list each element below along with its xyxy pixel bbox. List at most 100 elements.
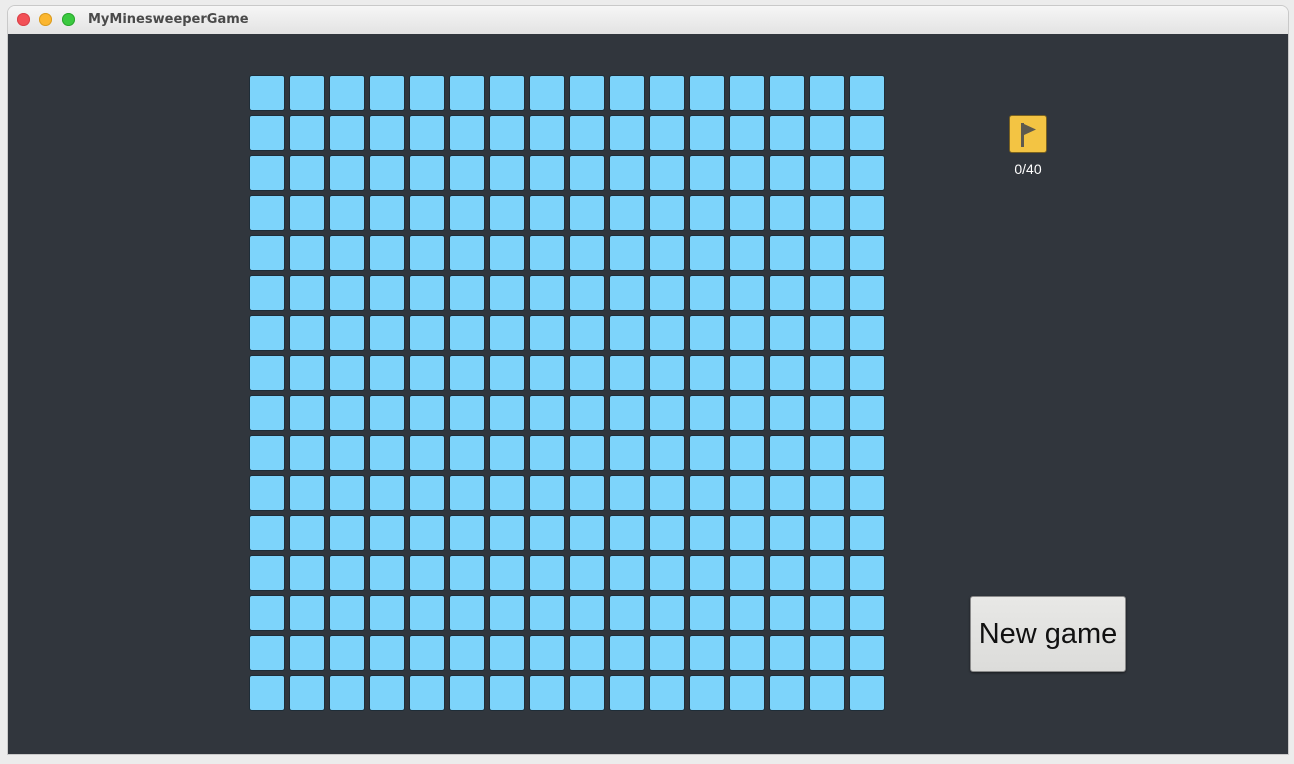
mine-cell[interactable] — [489, 435, 525, 471]
mine-cell[interactable] — [809, 115, 845, 151]
mine-cell[interactable] — [729, 195, 765, 231]
mine-cell[interactable] — [329, 155, 365, 191]
mine-cell[interactable] — [409, 635, 445, 671]
mine-cell[interactable] — [489, 235, 525, 271]
mine-cell[interactable] — [689, 555, 725, 591]
mine-cell[interactable] — [249, 635, 285, 671]
mine-cell[interactable] — [609, 275, 645, 311]
mine-cell[interactable] — [249, 675, 285, 711]
mine-cell[interactable] — [649, 635, 685, 671]
mine-cell[interactable] — [249, 155, 285, 191]
mine-cell[interactable] — [609, 155, 645, 191]
mine-cell[interactable] — [529, 635, 565, 671]
mine-cell[interactable] — [329, 315, 365, 351]
mine-cell[interactable] — [409, 395, 445, 431]
mine-cell[interactable] — [569, 155, 605, 191]
mine-cell[interactable] — [729, 75, 765, 111]
mine-cell[interactable] — [449, 115, 485, 151]
mine-cell[interactable] — [609, 515, 645, 551]
mine-cell[interactable] — [849, 555, 885, 591]
mine-cell[interactable] — [649, 475, 685, 511]
mine-cell[interactable] — [409, 275, 445, 311]
mine-cell[interactable] — [649, 435, 685, 471]
mine-cell[interactable] — [769, 355, 805, 391]
mine-cell[interactable] — [569, 475, 605, 511]
mine-cell[interactable] — [809, 275, 845, 311]
mine-cell[interactable] — [529, 75, 565, 111]
mine-cell[interactable] — [609, 315, 645, 351]
mine-cell[interactable] — [849, 75, 885, 111]
mine-cell[interactable] — [649, 355, 685, 391]
mine-cell[interactable] — [369, 195, 405, 231]
mine-cell[interactable] — [249, 195, 285, 231]
mine-cell[interactable] — [529, 195, 565, 231]
mine-cell[interactable] — [569, 675, 605, 711]
mine-cell[interactable] — [369, 355, 405, 391]
mine-cell[interactable] — [449, 635, 485, 671]
mine-cell[interactable] — [729, 115, 765, 151]
mine-cell[interactable] — [729, 515, 765, 551]
mine-cell[interactable] — [529, 475, 565, 511]
mine-cell[interactable] — [489, 115, 525, 151]
mine-cell[interactable] — [529, 675, 565, 711]
mine-cell[interactable] — [609, 235, 645, 271]
mine-cell[interactable] — [569, 195, 605, 231]
mine-cell[interactable] — [689, 115, 725, 151]
mine-cell[interactable] — [569, 635, 605, 671]
mine-cell[interactable] — [609, 115, 645, 151]
mine-cell[interactable] — [449, 515, 485, 551]
mine-cell[interactable] — [329, 555, 365, 591]
mine-cell[interactable] — [769, 75, 805, 111]
mine-cell[interactable] — [569, 315, 605, 351]
mine-cell[interactable] — [569, 515, 605, 551]
mine-cell[interactable] — [489, 75, 525, 111]
mine-cell[interactable] — [649, 555, 685, 591]
mine-cell[interactable] — [489, 635, 525, 671]
mine-cell[interactable] — [289, 475, 325, 511]
mine-cell[interactable] — [409, 155, 445, 191]
mine-cell[interactable] — [489, 475, 525, 511]
mine-cell[interactable] — [769, 435, 805, 471]
mine-cell[interactable] — [449, 315, 485, 351]
mine-cell[interactable] — [769, 555, 805, 591]
mine-cell[interactable] — [609, 595, 645, 631]
mine-cell[interactable] — [769, 195, 805, 231]
mine-cell[interactable] — [689, 475, 725, 511]
mine-cell[interactable] — [769, 475, 805, 511]
mine-cell[interactable] — [369, 155, 405, 191]
mine-cell[interactable] — [369, 115, 405, 151]
mine-cell[interactable] — [849, 195, 885, 231]
mine-cell[interactable] — [369, 475, 405, 511]
mine-cell[interactable] — [809, 635, 845, 671]
mine-cell[interactable] — [729, 635, 765, 671]
mine-cell[interactable] — [409, 235, 445, 271]
mine-cell[interactable] — [849, 275, 885, 311]
mine-cell[interactable] — [609, 475, 645, 511]
mine-cell[interactable] — [369, 555, 405, 591]
mine-cell[interactable] — [809, 675, 845, 711]
mine-cell[interactable] — [609, 195, 645, 231]
mine-cell[interactable] — [329, 75, 365, 111]
mine-cell[interactable] — [849, 115, 885, 151]
mine-cell[interactable] — [529, 275, 565, 311]
mine-cell[interactable] — [489, 275, 525, 311]
mine-cell[interactable] — [609, 435, 645, 471]
mine-cell[interactable] — [409, 315, 445, 351]
mine-cell[interactable] — [369, 595, 405, 631]
mine-cell[interactable] — [489, 195, 525, 231]
mine-cell[interactable] — [849, 635, 885, 671]
mine-cell[interactable] — [649, 515, 685, 551]
mine-cell[interactable] — [609, 635, 645, 671]
mine-cell[interactable] — [489, 315, 525, 351]
mine-cell[interactable] — [449, 435, 485, 471]
mine-cell[interactable] — [329, 595, 365, 631]
mine-cell[interactable] — [289, 235, 325, 271]
mine-cell[interactable] — [409, 195, 445, 231]
mine-cell[interactable] — [769, 635, 805, 671]
mine-cell[interactable] — [809, 475, 845, 511]
mine-cell[interactable] — [289, 115, 325, 151]
close-window-button[interactable] — [17, 13, 30, 26]
mine-cell[interactable] — [569, 115, 605, 151]
mine-cell[interactable] — [729, 315, 765, 351]
mine-cell[interactable] — [449, 555, 485, 591]
